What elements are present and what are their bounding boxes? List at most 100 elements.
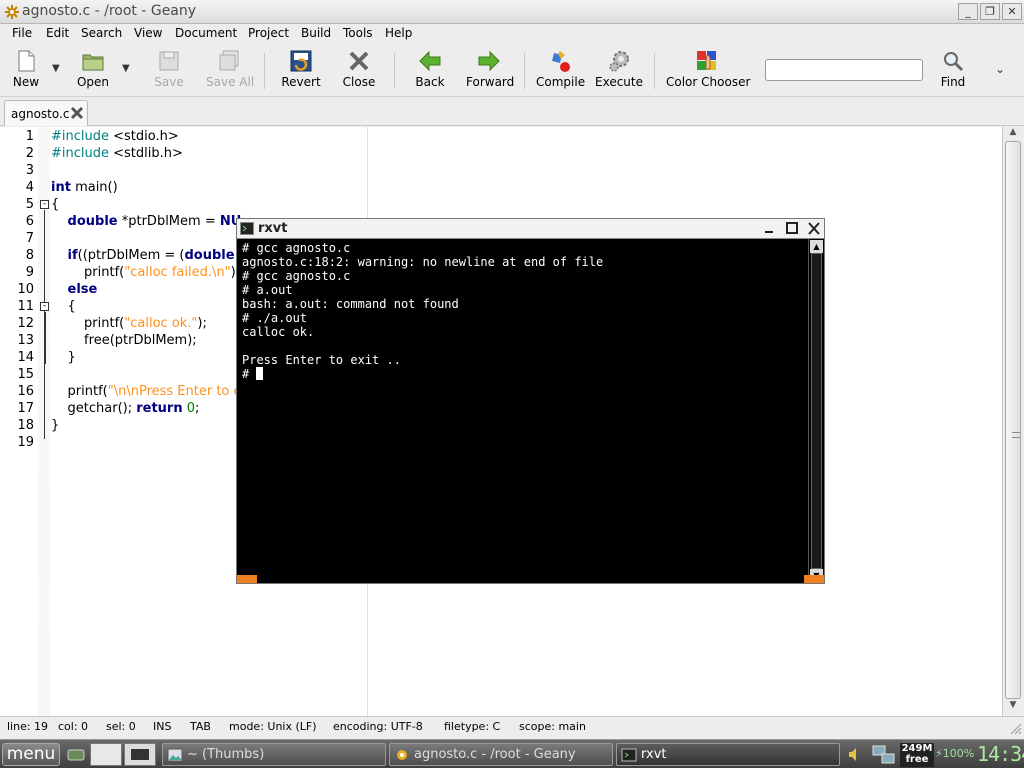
menu-file[interactable]: File <box>12 26 32 40</box>
revert-button[interactable]: Revert <box>280 49 322 89</box>
code-token: int <box>51 180 71 195</box>
code-token: main() <box>70 180 118 195</box>
rxvt-minimize-icon[interactable] <box>761 221 777 236</box>
document-tabs: agnosto.c <box>0 98 1024 126</box>
fold-guide-line <box>45 312 46 364</box>
workspace-1[interactable] <box>90 743 122 766</box>
geany-app-icon <box>397 750 407 760</box>
terminal-line: # ./a.out <box>242 311 308 325</box>
battery-level: 100% <box>942 747 975 760</box>
save-button[interactable]: Save <box>151 49 187 89</box>
window-title: agnosto.c - /root - Geany <box>22 3 197 19</box>
forward-button[interactable]: Forward <box>466 49 514 89</box>
minimize-button[interactable]: _ <box>958 3 978 20</box>
battery-icon: ⚡ <box>935 747 943 760</box>
task-geany[interactable]: agnosto.c - /root - Geany <box>389 743 613 766</box>
find-button[interactable]: Find <box>936 49 970 89</box>
scroll-down-arrow-icon[interactable]: ▼ <box>1006 700 1020 714</box>
line-number: 5 <box>25 197 34 212</box>
tab-agnosto-c[interactable]: agnosto.c <box>4 100 88 126</box>
terminal-scrollbar[interactable]: ▲ ▼ <box>808 239 824 583</box>
line-number: 4 <box>25 180 34 195</box>
scroll-up-arrow-icon[interactable]: ▲ <box>1006 127 1020 141</box>
menu-tools[interactable]: Tools <box>343 26 373 40</box>
compile-button[interactable]: Compile <box>536 49 585 89</box>
network-icon[interactable] <box>872 743 896 766</box>
menu-build[interactable]: Build <box>301 26 331 40</box>
terminal-output[interactable]: # gcc agnosto.c agnosto.c:18:2: warning:… <box>237 239 808 583</box>
code-line: getchar(); return 0; <box>51 401 200 416</box>
resize-corner-bottom-left[interactable] <box>237 575 257 583</box>
terminal-scrollbar-thumb[interactable] <box>811 253 822 569</box>
code-line: if((ptrDblMem = (double <box>51 248 235 263</box>
color-chooser-button[interactable]: Color Chooser <box>666 49 750 89</box>
close-icon: ✕ <box>1007 5 1017 18</box>
status-mode: mode: Unix (LF) <box>229 720 317 733</box>
back-button[interactable]: Back <box>412 49 448 89</box>
terminal-line: bash: a.out: command not found <box>242 297 459 311</box>
window-titlebar[interactable]: agnosto.c - /root - Geany _ ❐ ✕ <box>0 0 1024 24</box>
line-number: 2 <box>25 146 34 161</box>
status-ins: INS <box>153 720 172 733</box>
resize-grip-icon[interactable] <box>1008 721 1022 735</box>
workspace-2[interactable] <box>124 743 156 766</box>
code-token: { <box>51 197 60 212</box>
code-line: #include <stdio.h> <box>51 129 179 144</box>
code-token: { <box>51 299 76 314</box>
clock[interactable]: 14:34 <box>977 742 1024 766</box>
task-thumbs[interactable]: ~ (Thumbs) <box>162 743 386 766</box>
maximize-button[interactable]: ❐ <box>980 3 1000 20</box>
close-window-button[interactable]: ✕ <box>1002 3 1022 20</box>
menu-edit[interactable]: Edit <box>46 26 69 40</box>
rxvt-close-icon[interactable] <box>806 221 822 236</box>
execute-button[interactable]: Execute <box>594 49 644 89</box>
fold-toggle-icon[interactable]: - <box>40 302 49 311</box>
statusbar: line: 19 col: 0 sel: 0 INS TAB mode: Uni… <box>0 716 1024 738</box>
menu-document[interactable]: Document <box>175 26 237 40</box>
line-number: 8 <box>25 248 34 263</box>
menu-project[interactable]: Project <box>248 26 289 40</box>
resize-corner-bottom-right[interactable] <box>804 575 824 583</box>
code-token: double <box>67 214 118 229</box>
line-number-gutter: 1 2 3 4 5 6 7 8 9 10 11 12 13 14 15 16 17 18 19 <box>0 127 38 716</box>
line-number: 11 <box>17 299 34 314</box>
fold-toggle-icon[interactable]: - <box>40 200 49 209</box>
code-line: { <box>51 299 76 314</box>
save-icon <box>159 51 179 71</box>
code-token: double <box>184 248 235 263</box>
open-button[interactable]: Open <box>74 49 112 89</box>
open-dropdown-arrow-icon[interactable]: ▼ <box>122 63 130 74</box>
image-viewer-icon <box>167 748 183 762</box>
editor-vertical-scrollbar[interactable]: ▲ ▼ <box>1002 127 1022 716</box>
compile-icon <box>552 51 570 72</box>
start-menu-button[interactable]: menu <box>2 743 60 766</box>
code-token: <stdlib.h> <box>109 146 183 161</box>
status-line: line: 19 <box>7 720 49 733</box>
code-line: printf("\n\nPress Enter to e <box>51 384 242 399</box>
task-rxvt[interactable]: rxvt <box>616 743 840 766</box>
code-line: } <box>51 350 76 365</box>
line-number: 6 <box>25 214 34 229</box>
show-desktop-icon[interactable] <box>66 743 86 766</box>
toolbar-overflow-chevron-icon[interactable]: ⌄ <box>995 62 1005 76</box>
terminal-scroll-up-icon[interactable]: ▲ <box>810 240 823 253</box>
save-all-button[interactable]: Save All <box>206 49 254 89</box>
rxvt-terminal-window[interactable]: rxvt # gcc agnosto.c agnosto.c:18:2: war… <box>236 218 825 584</box>
code-token: printf( <box>51 384 108 399</box>
close-file-button[interactable]: Close <box>340 49 378 89</box>
search-input[interactable] <box>765 59 923 81</box>
menu-search[interactable]: Search <box>81 26 122 40</box>
scrollbar-thumb[interactable] <box>1005 141 1021 699</box>
volume-icon[interactable] <box>846 743 862 766</box>
new-button[interactable]: New <box>8 49 44 89</box>
code-line: printf("calloc ok."); <box>51 316 207 331</box>
menu-view[interactable]: View <box>134 26 162 40</box>
rxvt-titlebar[interactable]: rxvt <box>237 219 824 239</box>
rxvt-maximize-icon[interactable] <box>784 221 800 236</box>
tab-close-icon[interactable] <box>69 105 85 121</box>
menu-help[interactable]: Help <box>385 26 412 40</box>
code-token: } <box>51 350 76 365</box>
new-dropdown-arrow-icon[interactable]: ▼ <box>52 63 60 74</box>
code-token: if <box>67 248 78 263</box>
